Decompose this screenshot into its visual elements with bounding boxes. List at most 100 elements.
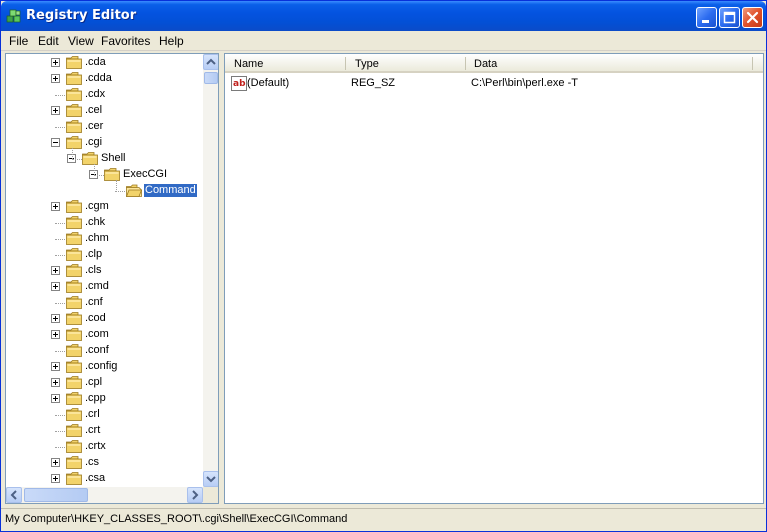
- column-name-header[interactable]: Name: [234, 58, 263, 70]
- tree-item-label[interactable]: .crl: [84, 408, 101, 421]
- expand-icon[interactable]: [51, 458, 60, 467]
- expand-icon[interactable]: [51, 314, 60, 323]
- horizontal-scroll-thumb[interactable]: [24, 488, 88, 502]
- tree-item[interactable]: .chm: [6, 231, 203, 247]
- tree-item[interactable]: .csa: [6, 471, 203, 487]
- tree-item-label[interactable]: .cel: [84, 104, 103, 117]
- expand-icon[interactable]: [51, 58, 60, 67]
- scroll-right-button[interactable]: [187, 487, 203, 503]
- table-row[interactable]: ab (Default) REG_SZ C:\Perl\bin\perl.exe…: [225, 75, 763, 92]
- tree-item-label[interactable]: ExecCGI: [122, 168, 168, 181]
- tree-vertical-scrollbar[interactable]: [203, 54, 218, 487]
- expand-icon[interactable]: [51, 362, 60, 371]
- tree-item[interactable]: .cnf: [6, 295, 203, 311]
- tree-item-label[interactable]: .clp: [84, 248, 103, 261]
- folder-icon: [66, 136, 82, 149]
- expand-icon[interactable]: [51, 378, 60, 387]
- tree-connector: [116, 180, 117, 192]
- tree-item[interactable]: .cdx: [6, 87, 203, 103]
- column-data-header[interactable]: Data: [474, 58, 497, 70]
- tree-item[interactable]: .cmd: [6, 279, 203, 295]
- tree-item[interactable]: .cgm: [6, 199, 203, 215]
- tree-item-label[interactable]: .cmd: [84, 280, 110, 293]
- tree-item-label[interactable]: .cda: [84, 56, 107, 69]
- tree-item-label[interactable]: .com: [84, 328, 110, 341]
- title-bar[interactable]: Registry Editor: [1, 1, 766, 31]
- tree-item-label[interactable]: .csa: [84, 472, 106, 485]
- scroll-up-button[interactable]: [203, 54, 218, 70]
- expand-icon[interactable]: [51, 330, 60, 339]
- tree-item-label[interactable]: .chk: [84, 216, 106, 229]
- close-button[interactable]: [742, 7, 763, 28]
- tree-item[interactable]: .chk: [6, 215, 203, 231]
- expand-icon[interactable]: [51, 266, 60, 275]
- registry-key-tree[interactable]: .cda .cdda .cdx .cel .cer .cgi Shell ExecCGI Com…: [5, 53, 219, 504]
- tree-item-label-selected[interactable]: Command: [143, 183, 198, 198]
- tree-item-label[interactable]: .cnf: [84, 296, 104, 309]
- tree-item-label[interactable]: .conf: [84, 344, 110, 357]
- tree-item-label[interactable]: .cgi: [84, 136, 103, 149]
- tree-item[interactable]: .cpp: [6, 391, 203, 407]
- tree-item-label[interactable]: .cpl: [84, 376, 103, 389]
- tree-item[interactable]: ExecCGI: [6, 167, 203, 183]
- expand-icon[interactable]: [51, 474, 60, 483]
- tree-connector: [72, 148, 73, 159]
- tree-item[interactable]: .cls: [6, 263, 203, 279]
- expand-icon[interactable]: [51, 394, 60, 403]
- column-divider[interactable]: [752, 57, 753, 70]
- tree-item[interactable]: .conf: [6, 343, 203, 359]
- tree-item[interactable]: .config: [6, 359, 203, 375]
- menu-view[interactable]: View: [66, 34, 96, 48]
- scroll-down-button[interactable]: [203, 471, 218, 487]
- vertical-scroll-thumb[interactable]: [204, 72, 218, 84]
- tree-item-label[interactable]: .crtx: [84, 440, 107, 453]
- tree-item-label[interactable]: .cod: [84, 312, 107, 325]
- expand-icon[interactable]: [51, 74, 60, 83]
- tree-item[interactable]: .crt: [6, 423, 203, 439]
- expand-icon[interactable]: [51, 202, 60, 211]
- column-type-header[interactable]: Type: [355, 58, 379, 70]
- column-divider[interactable]: [345, 57, 346, 70]
- tree-item-label[interactable]: .crt: [84, 424, 101, 437]
- expand-icon[interactable]: [51, 282, 60, 291]
- tree-item[interactable]: .cgi: [6, 135, 203, 151]
- tree-item-label[interactable]: .cs: [84, 456, 100, 469]
- tree-item[interactable]: .cod: [6, 311, 203, 327]
- tree-item[interactable]: Command: [6, 183, 203, 199]
- minimize-button[interactable]: [696, 7, 717, 28]
- folder-icon: [66, 344, 82, 357]
- tree-item[interactable]: .cs: [6, 455, 203, 471]
- tree-item-label[interactable]: Shell: [100, 152, 126, 165]
- column-divider[interactable]: [465, 57, 466, 70]
- scroll-left-button[interactable]: [6, 487, 22, 503]
- menu-help[interactable]: Help: [157, 34, 186, 48]
- values-list[interactable]: Name Type Data ab (Default) REG_SZ C:\Pe…: [224, 53, 764, 504]
- registry-editor-icon: [6, 9, 21, 23]
- scrollbar-corner: [203, 487, 218, 503]
- tree-item[interactable]: .clp: [6, 247, 203, 263]
- tree-item[interactable]: .cda: [6, 55, 203, 71]
- tree-item[interactable]: Shell: [6, 151, 203, 167]
- tree-item-label[interactable]: .chm: [84, 232, 110, 245]
- menu-edit[interactable]: Edit: [36, 34, 61, 48]
- tree-item-label[interactable]: .cdx: [84, 88, 106, 101]
- tree-item[interactable]: .com: [6, 327, 203, 343]
- tree-item-label[interactable]: .cer: [84, 120, 104, 133]
- tree-item[interactable]: .cer: [6, 119, 203, 135]
- collapse-icon[interactable]: [51, 138, 60, 147]
- tree-item-label[interactable]: .cgm: [84, 200, 110, 213]
- tree-item[interactable]: .crtx: [6, 439, 203, 455]
- tree-item[interactable]: .cdda: [6, 71, 203, 87]
- tree-item[interactable]: .cpl: [6, 375, 203, 391]
- tree-item-label[interactable]: .cpp: [84, 392, 107, 405]
- menu-file[interactable]: File: [7, 34, 30, 48]
- tree-item[interactable]: .crl: [6, 407, 203, 423]
- tree-horizontal-scrollbar[interactable]: [6, 487, 203, 503]
- expand-icon[interactable]: [51, 106, 60, 115]
- tree-item-label[interactable]: .cdda: [84, 72, 113, 85]
- tree-item[interactable]: .cel: [6, 103, 203, 119]
- menu-favorites[interactable]: Favorites: [99, 34, 152, 48]
- tree-item-label[interactable]: .config: [84, 360, 118, 373]
- tree-item-label[interactable]: .cls: [84, 264, 103, 277]
- maximize-button[interactable]: [719, 7, 740, 28]
